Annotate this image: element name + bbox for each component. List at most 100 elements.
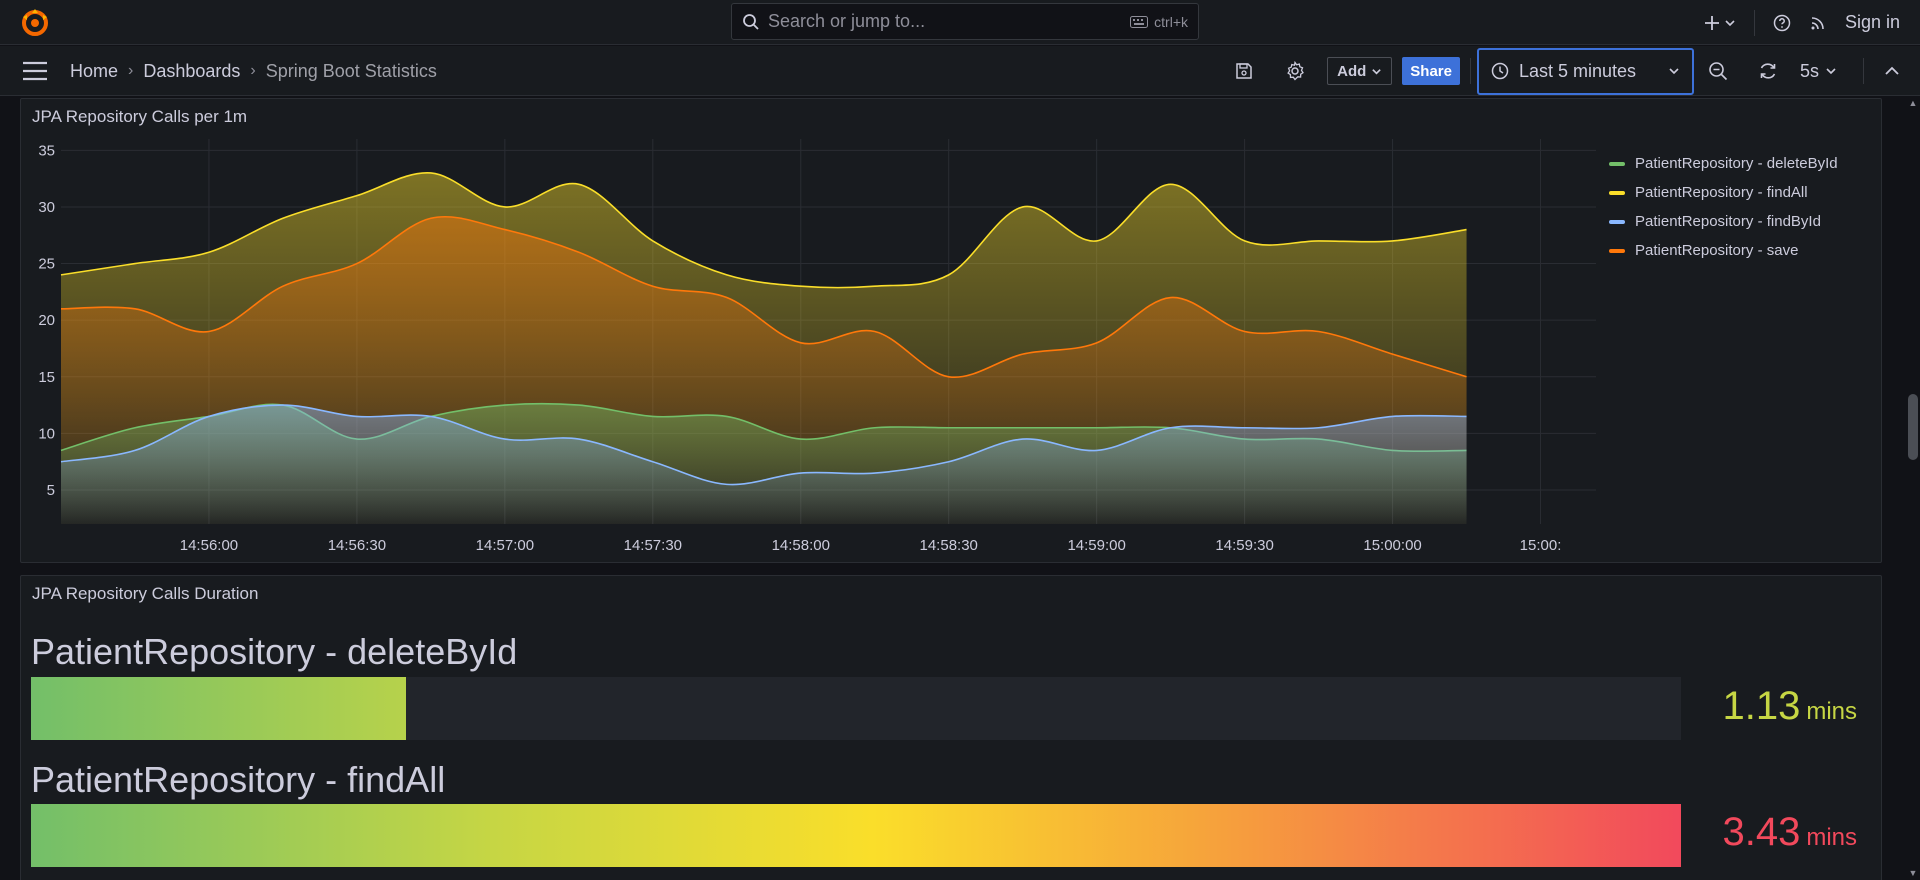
bar-gauge-value: 3.43 mins [1722, 810, 1857, 855]
x-tick-label: 15:00: [1520, 537, 1562, 554]
legend-swatch [1609, 190, 1625, 195]
legend-swatch [1609, 219, 1625, 224]
zoom-out-icon [1709, 62, 1728, 81]
top-right-actions: Sign in [1704, 0, 1900, 45]
help-button[interactable] [1773, 14, 1791, 32]
sign-in-link[interactable]: Sign in [1845, 12, 1900, 33]
keyboard-icon [1130, 15, 1149, 28]
chevron-up-icon [1885, 66, 1899, 75]
legend-swatch [1609, 248, 1625, 253]
refresh-interval-picker[interactable]: 5s [1800, 61, 1837, 82]
scroll-down-arrow[interactable]: ▼ [1907, 868, 1919, 878]
bar-gauge-fill [31, 677, 406, 740]
bar-gauge-number: 1.13 [1722, 684, 1801, 728]
time-range-label: Last 5 minutes [1518, 60, 1637, 81]
refresh-interval-label: 5s [1799, 60, 1819, 81]
news-button[interactable] [1809, 14, 1827, 32]
bar-gauge-fill [31, 804, 1681, 867]
refresh-button[interactable] [1758, 61, 1778, 81]
legend-label: PatientRepository - save [1635, 242, 1799, 259]
bar-gauge-track [31, 677, 1681, 740]
menu-icon[interactable] [22, 59, 48, 83]
divider [1753, 9, 1755, 36]
plus-icon [1704, 15, 1719, 30]
nav-bar: Home › Dashboards › Spring Boot Statisti… [0, 46, 1920, 96]
legend-label: PatientRepository - findAll [1635, 184, 1808, 201]
x-tick-label: 14:58:00 [772, 537, 830, 554]
bar-gauge-unit: mins [1806, 698, 1857, 725]
x-tick-label: 14:59:30 [1215, 537, 1273, 554]
legend-label: PatientRepository - deleteById [1635, 155, 1838, 172]
x-tick-label: 14:58:30 [920, 537, 978, 554]
gear-icon [1287, 61, 1305, 81]
panel-title[interactable]: JPA Repository Calls Duration [32, 584, 258, 604]
rss-icon [1811, 16, 1824, 29]
x-tick-label: 14:57:00 [476, 537, 534, 554]
x-tick-label: 15:00:00 [1363, 537, 1421, 554]
divider [1469, 58, 1471, 84]
top-bar: Search or jump to... ctrl+k Sign in [0, 0, 1920, 45]
add-button[interactable]: Add [1327, 57, 1393, 85]
legend-label: PatientRepository - findById [1635, 213, 1821, 230]
dashboard-actions: Add Share Last 5 minutes 5s [1235, 46, 1920, 96]
time-range-picker[interactable]: Last 5 minutes [1476, 47, 1694, 95]
x-tick-label: 14:57:30 [624, 537, 682, 554]
y-tick-label: 15 [38, 369, 55, 386]
bar-gauge-unit: mins [1806, 824, 1857, 851]
help-icon [1773, 14, 1791, 31]
divider [1863, 58, 1864, 84]
bar-gauge-label: PatientRepository - findAll [31, 759, 446, 800]
breadcrumb-home[interactable]: Home [70, 61, 118, 82]
legend-item[interactable]: PatientRepository - findById [1609, 207, 1871, 236]
bar-gauge-value: 1.13 mins [1722, 684, 1857, 729]
keyboard-shortcut-hint: ctrl+k [1130, 14, 1188, 30]
y-tick-label: 25 [38, 256, 55, 273]
x-tick-label: 14:56:30 [328, 537, 386, 554]
search-placeholder: Search or jump to... [768, 11, 926, 31]
x-tick-label: 14:56:00 [180, 537, 238, 554]
y-tick-label: 5 [47, 482, 55, 499]
legend-item[interactable]: PatientRepository - save [1609, 236, 1871, 265]
clock-icon [1491, 62, 1509, 80]
chevron-right-icon: › [250, 62, 256, 79]
save-dashboard-button[interactable] [1235, 62, 1253, 80]
save-icon [1236, 63, 1252, 79]
search-bar[interactable]: Search or jump to... ctrl+k [731, 3, 1199, 40]
scroll-thumb[interactable] [1908, 394, 1918, 460]
page-scrollbar[interactable]: ▲ ▼ [1906, 96, 1920, 880]
time-series-chart: 5 10 15 20 25 30 35 14:56:00 14:56:30 14:57:00 14:… [38, 139, 1596, 554]
legend-swatch [1609, 161, 1625, 166]
share-button[interactable]: Share [1402, 57, 1460, 85]
scroll-up-arrow[interactable]: ▲ [1907, 98, 1919, 108]
share-label: Share [1410, 62, 1452, 80]
legend-item[interactable]: PatientRepository - deleteById [1609, 149, 1871, 178]
legend-item[interactable]: PatientRepository - findAll [1609, 178, 1871, 207]
new-menu-button[interactable] [1704, 15, 1736, 31]
y-tick-label: 10 [38, 425, 55, 442]
add-label: Add [1337, 62, 1367, 80]
bar-gauge-number: 3.43 [1722, 810, 1801, 854]
breadcrumb-current: Spring Boot Statistics [265, 60, 437, 81]
breadcrumb-dashboards[interactable]: Dashboards [143, 61, 240, 82]
breadcrumb: Home › Dashboards › Spring Boot Statisti… [70, 46, 437, 96]
calls-per-minute-panel: JPA Repository Calls per 1m 5 10 15 20 25 30 3… [20, 98, 1882, 563]
shortcut-text: ctrl+k [1154, 13, 1188, 30]
chevron-down-icon [1826, 68, 1836, 75]
settings-button[interactable] [1285, 61, 1305, 81]
x-tick-label: 14:59:00 [1067, 537, 1125, 554]
chevron-down-icon [1372, 68, 1382, 75]
bar-gauge-track [31, 804, 1681, 867]
y-tick-label: 20 [38, 312, 55, 329]
y-tick-label: 30 [38, 199, 55, 216]
zoom-out-button[interactable] [1708, 61, 1728, 81]
collapse-button[interactable] [1884, 63, 1900, 79]
chevron-right-icon: › [128, 62, 134, 79]
bar-gauge-label: PatientRepository - deleteById [31, 631, 518, 672]
chevron-down-icon [1725, 19, 1735, 26]
chart-legend: PatientRepository - deleteById PatientRep… [1609, 149, 1871, 265]
chevron-down-icon [1669, 68, 1679, 75]
y-tick-label: 35 [38, 142, 55, 159]
refresh-icon [1760, 63, 1776, 79]
grafana-logo-icon[interactable] [20, 7, 50, 37]
calls-duration-panel: JPA Repository Calls Duration PatientRep… [20, 575, 1882, 880]
